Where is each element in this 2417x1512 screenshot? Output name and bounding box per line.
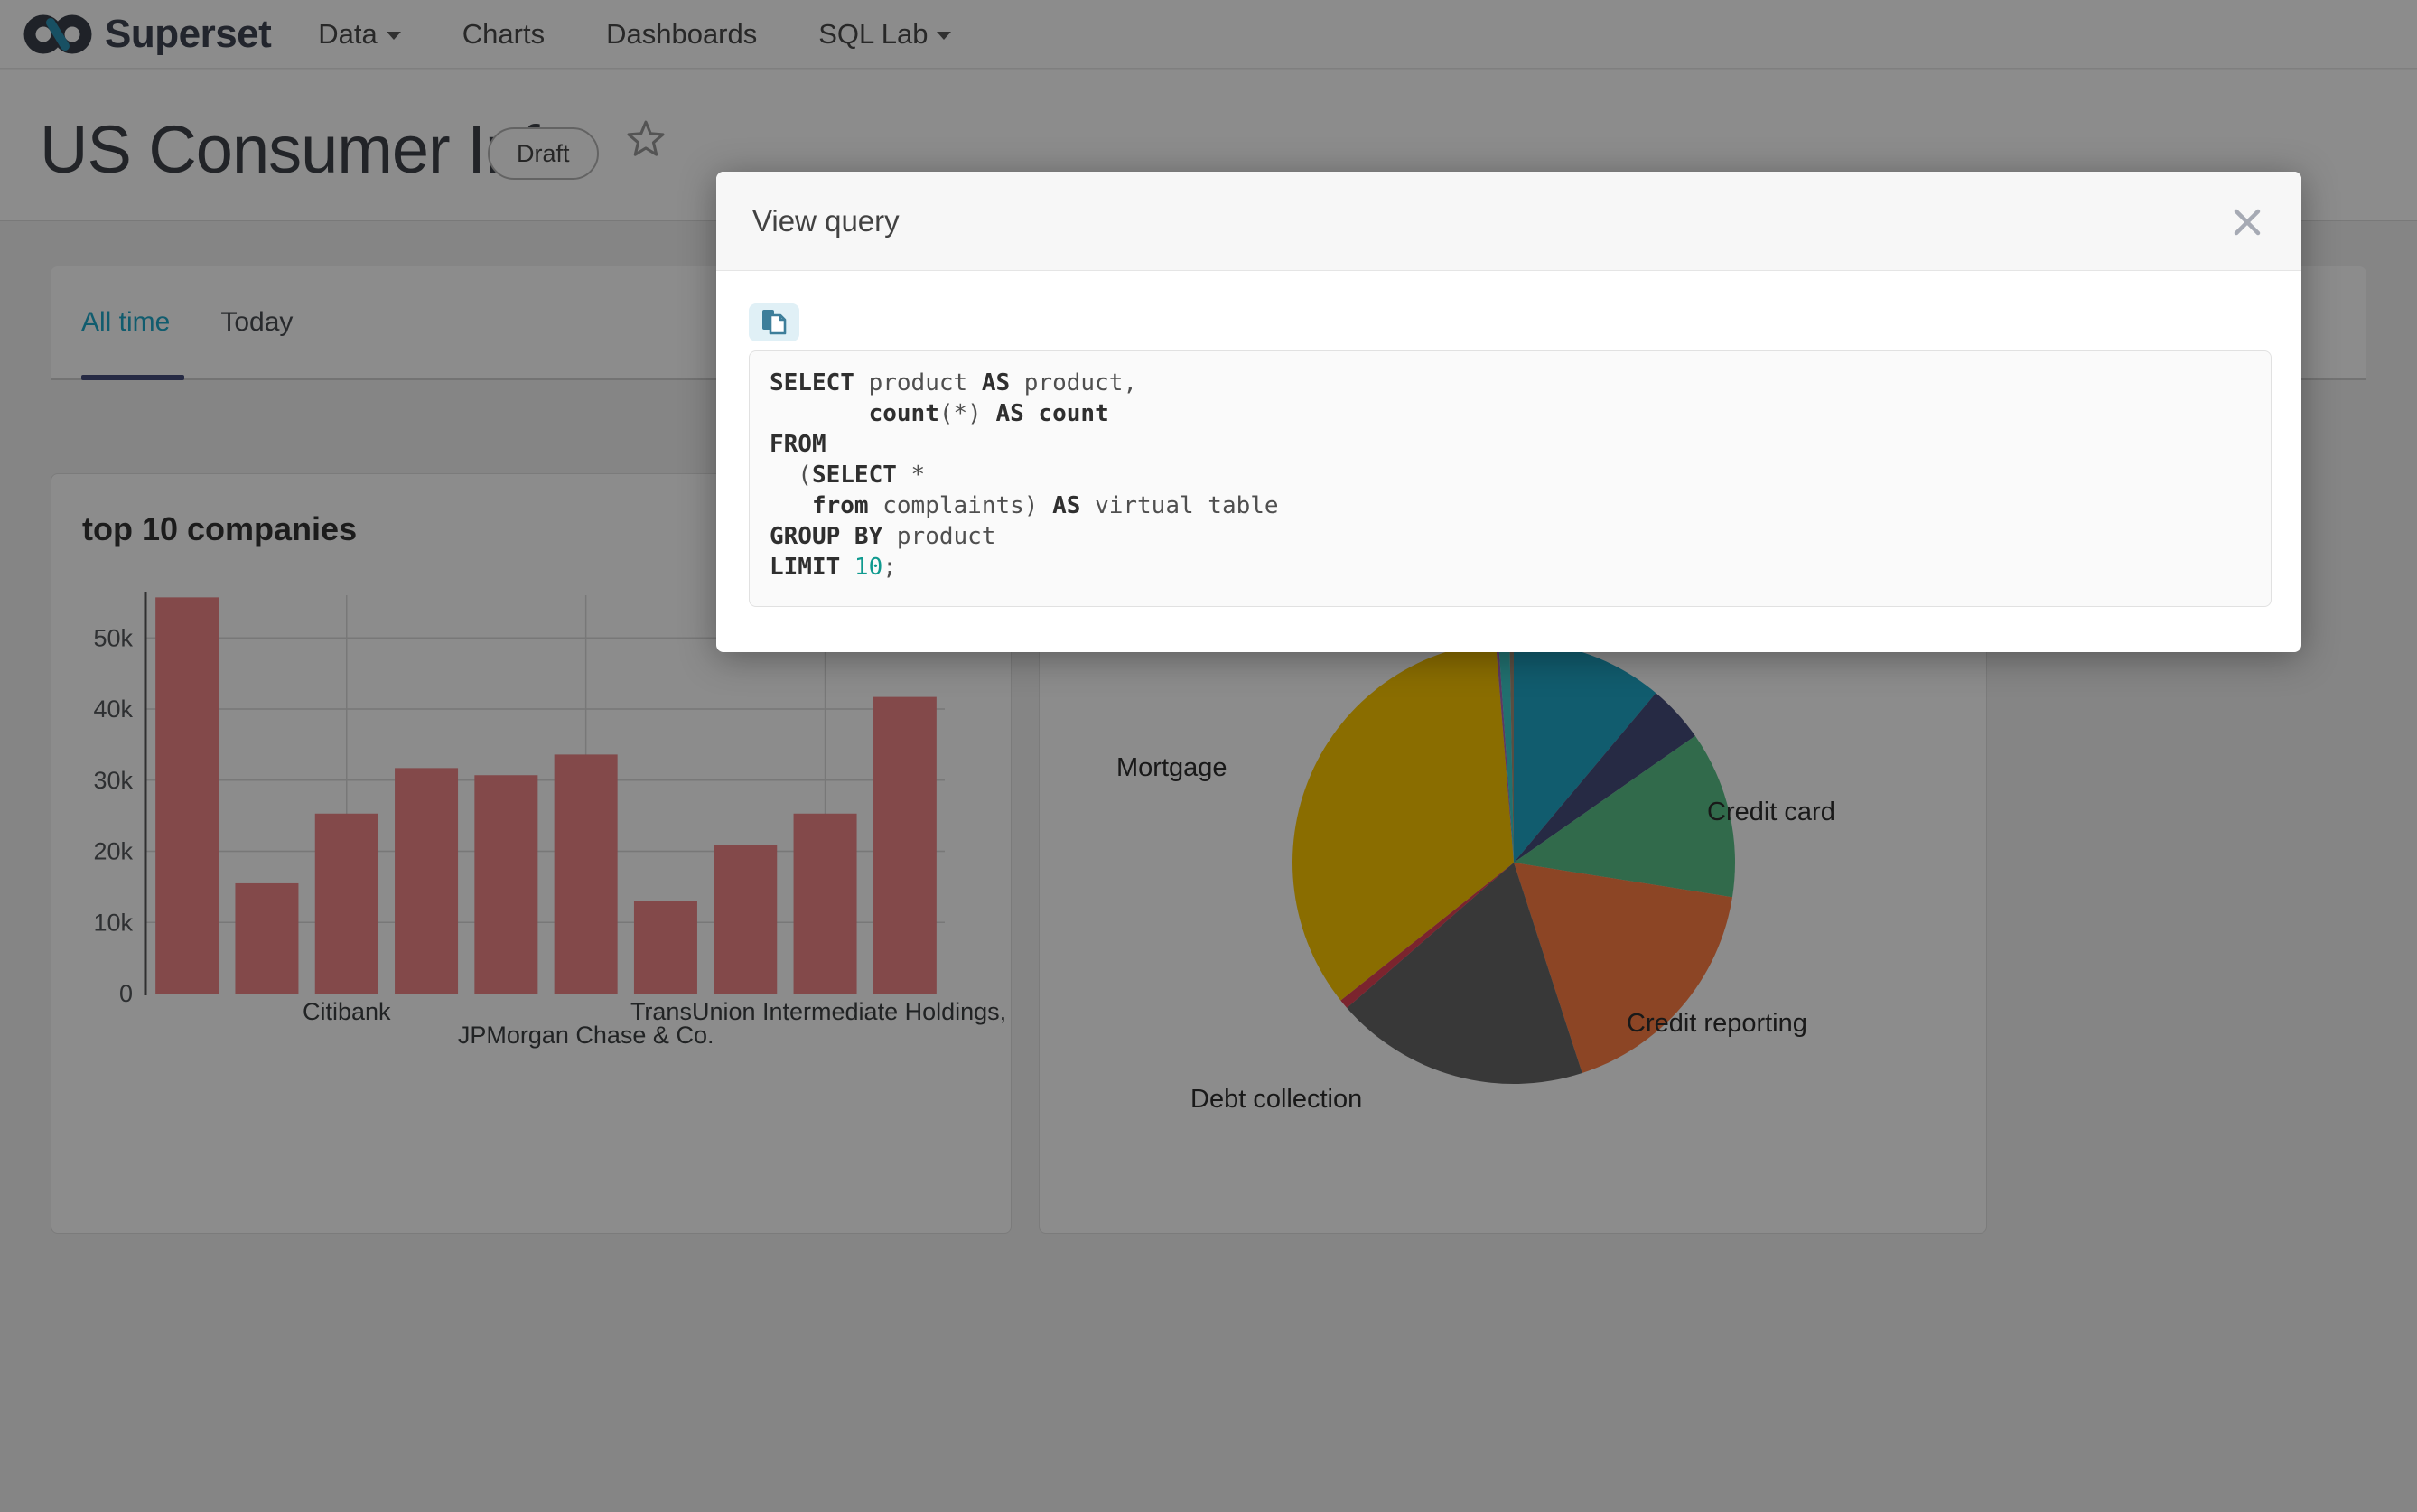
modal-title: View query <box>752 204 900 238</box>
view-query-modal: View query SELECT product AS product, co… <box>716 172 2301 652</box>
modal-header: View query <box>716 172 2301 271</box>
copy-to-clipboard-icon <box>759 308 789 337</box>
close-icon[interactable] <box>2229 204 2265 240</box>
copy-query-button[interactable] <box>749 303 799 341</box>
modal-body: SELECT product AS product, count(*) AS c… <box>716 271 2301 652</box>
sql-code-block[interactable]: SELECT product AS product, count(*) AS c… <box>749 350 2272 607</box>
sql-code: SELECT product AS product, count(*) AS c… <box>770 368 2251 583</box>
